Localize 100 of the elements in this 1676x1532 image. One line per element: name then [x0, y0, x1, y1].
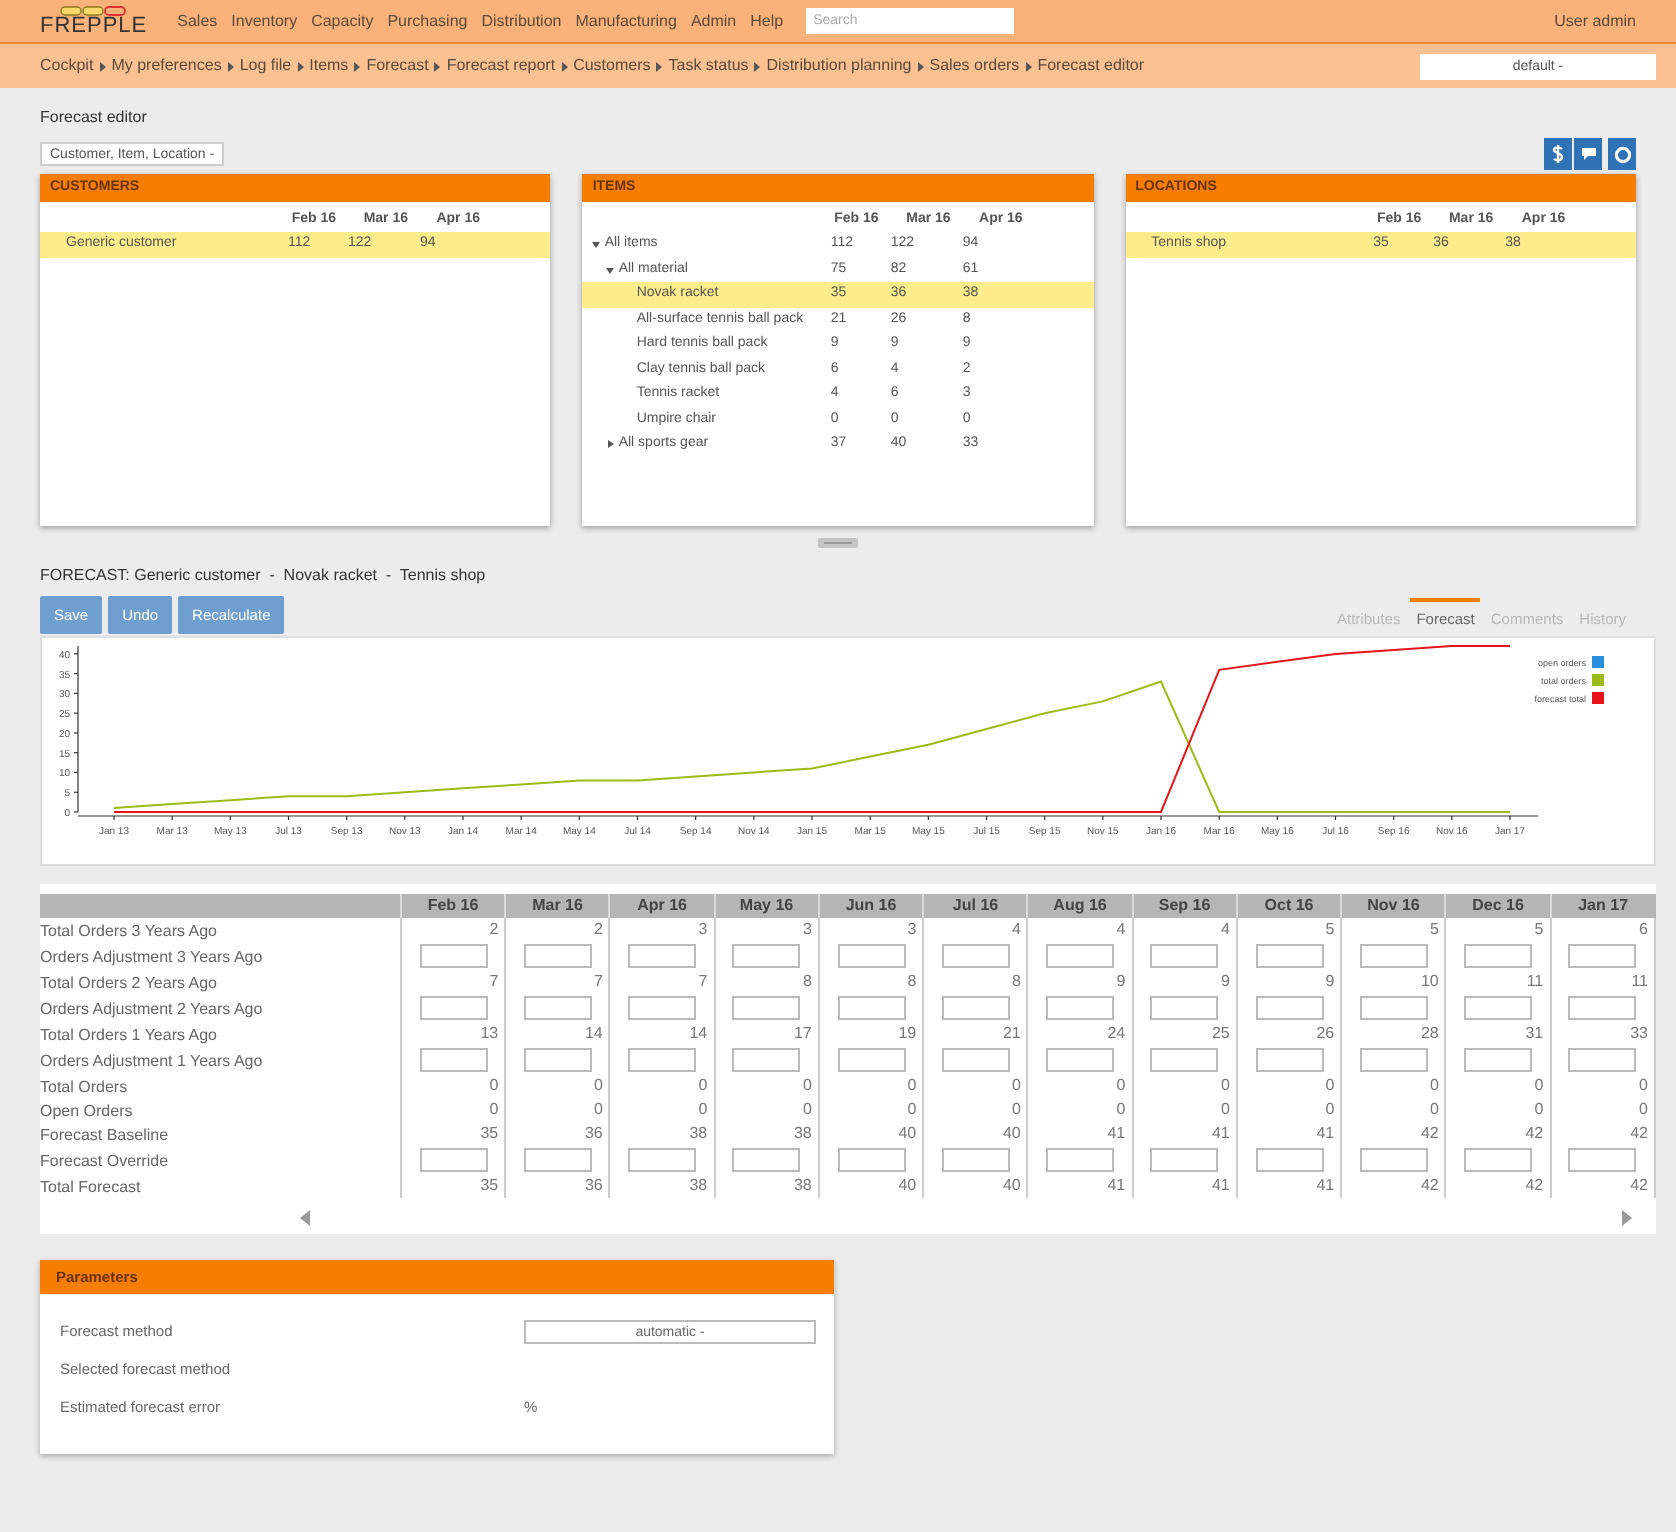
input-field[interactable]: [523, 996, 592, 1020]
input-field[interactable]: [837, 996, 906, 1020]
expanded-caret-icon[interactable]: [592, 240, 601, 249]
input-field[interactable]: [1046, 1148, 1115, 1172]
input-field[interactable]: [1255, 1148, 1324, 1172]
input-field[interactable]: [1359, 944, 1428, 968]
input-field[interactable]: [837, 1148, 906, 1172]
column-header: Sep 16: [1132, 894, 1237, 918]
input-field[interactable]: [1046, 1048, 1115, 1072]
input-field[interactable]: [732, 996, 801, 1020]
menu-item[interactable]: Inventory: [231, 9, 298, 33]
table-cell: 11: [1445, 970, 1551, 994]
input-field[interactable]: [941, 1148, 1010, 1172]
table-cell: 24: [1027, 1022, 1133, 1046]
input-field[interactable]: [1464, 944, 1533, 968]
input-field[interactable]: [628, 1148, 697, 1172]
input-field[interactable]: [1150, 944, 1219, 968]
table-cell: 26: [1236, 1022, 1342, 1046]
chevron-icon: [1025, 61, 1032, 71]
column-header: Nov 16: [1341, 894, 1446, 918]
input-field[interactable]: [419, 1148, 488, 1172]
menu-item[interactable]: Capacity: [311, 9, 374, 33]
input-field[interactable]: [1150, 1048, 1219, 1072]
menu-item[interactable]: Distribution: [481, 9, 562, 33]
breadcrumb-link[interactable]: Distribution planning: [766, 54, 912, 78]
menu-item[interactable]: Purchasing: [387, 9, 468, 33]
table-cell: 33: [1550, 1022, 1655, 1046]
menu-item[interactable]: Help: [750, 9, 784, 33]
menu-item[interactable]: Sales: [177, 9, 218, 33]
table-cell: 14: [505, 1022, 610, 1046]
input-field[interactable]: [1150, 1148, 1219, 1172]
row-label: Orders Adjustment 1 Years Ago: [40, 1046, 401, 1074]
input-field[interactable]: [628, 1048, 697, 1072]
collapsed-caret-icon[interactable]: [606, 440, 615, 449]
input-field[interactable]: [941, 1048, 1010, 1072]
input-field[interactable]: [1359, 996, 1428, 1020]
input-field[interactable]: [732, 944, 801, 968]
table-cell: 42: [1550, 1174, 1655, 1198]
input-field[interactable]: [1464, 1148, 1533, 1172]
input-field[interactable]: [1046, 944, 1115, 968]
input-field[interactable]: [837, 944, 906, 968]
chevron-icon: [227, 61, 234, 71]
breadcrumb-link[interactable]: My preferences: [111, 54, 222, 78]
breadcrumb-link[interactable]: Forecast report: [446, 54, 556, 78]
input-field[interactable]: [628, 996, 697, 1020]
table-cell: 31: [1445, 1022, 1551, 1046]
input-field[interactable]: [1255, 944, 1324, 968]
input-field[interactable]: [1359, 1048, 1428, 1072]
comment-button[interactable]: [1574, 138, 1602, 170]
menu-item[interactable]: Admin: [690, 9, 737, 33]
page-title: Forecast editor: [40, 108, 147, 126]
breadcrumb-link[interactable]: Sales orders: [929, 54, 1020, 78]
table-cell: 42: [1445, 1174, 1551, 1198]
user-menu[interactable]: User admin: [1554, 9, 1636, 33]
input-field[interactable]: [941, 996, 1010, 1020]
breadcrumb-link[interactable]: Forecast editor: [1037, 54, 1145, 78]
input-field[interactable]: [1568, 996, 1637, 1020]
settings-button[interactable]: [1608, 138, 1636, 170]
input-field[interactable]: [1255, 1048, 1324, 1072]
input-field[interactable]: [732, 1048, 801, 1072]
input-field[interactable]: [837, 1048, 906, 1072]
expanded-caret-icon[interactable]: [606, 265, 615, 274]
input-field[interactable]: [1568, 1048, 1637, 1072]
menu-item[interactable]: Manufacturing: [575, 9, 677, 33]
breadcrumb-link[interactable]: Task status: [668, 54, 749, 78]
dollar-icon: [1552, 144, 1564, 164]
row-label: Forecast Baseline: [40, 1122, 401, 1146]
table-cell: 42: [1550, 1122, 1655, 1146]
table-cell: 7: [400, 970, 506, 994]
currency-button[interactable]: [1544, 138, 1572, 170]
input-field[interactable]: [1255, 996, 1324, 1020]
input-field[interactable]: [523, 944, 592, 968]
table-cell: 0: [1236, 1098, 1342, 1122]
input-field[interactable]: [628, 944, 697, 968]
scroll-right-button[interactable]: [1622, 1210, 1632, 1226]
breadcrumb-link[interactable]: Customers: [573, 54, 651, 78]
input-field[interactable]: [1464, 996, 1533, 1020]
breadcrumb-link[interactable]: Log file: [239, 54, 292, 78]
row-label: Total Orders: [40, 1074, 401, 1098]
input-field[interactable]: [732, 1148, 801, 1172]
splitter-handle-icon[interactable]: [818, 538, 858, 548]
input-field[interactable]: [1464, 1048, 1533, 1072]
input-field[interactable]: [941, 944, 1010, 968]
breadcrumb-link[interactable]: Items: [309, 54, 349, 78]
table-cell: 41: [1236, 1122, 1342, 1146]
table-cell: 0: [505, 1074, 610, 1098]
breadcrumb-link[interactable]: Forecast: [366, 54, 429, 78]
input-field[interactable]: [419, 996, 488, 1020]
input-field[interactable]: [419, 1048, 488, 1072]
input-field[interactable]: [1046, 996, 1115, 1020]
table-cell: 0: [1027, 1074, 1133, 1098]
input-field[interactable]: [523, 1148, 592, 1172]
input-field[interactable]: [1568, 1148, 1637, 1172]
input-field[interactable]: [1568, 944, 1637, 968]
input-field[interactable]: [419, 944, 488, 968]
input-field[interactable]: [523, 1048, 592, 1072]
input-field[interactable]: [1359, 1148, 1428, 1172]
breadcrumb-link[interactable]: Cockpit: [40, 54, 94, 78]
scroll-left-button[interactable]: [300, 1210, 310, 1226]
input-field[interactable]: [1150, 996, 1219, 1020]
